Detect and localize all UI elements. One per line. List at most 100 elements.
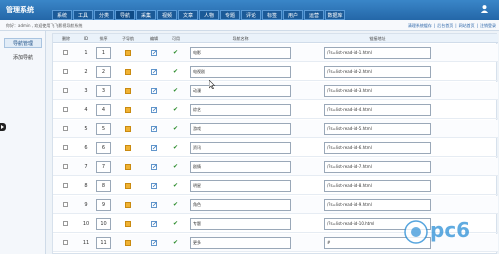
sort-input[interactable]: 4: [96, 104, 111, 116]
sort-input[interactable]: 2: [96, 66, 111, 78]
edit-icon[interactable]: [151, 183, 158, 189]
link-url-input[interactable]: /?s=list-read-id-7.html: [324, 161, 431, 173]
table-row: 7 7 ✔ 剧情 /?s=list-read-id-7.html: [53, 158, 498, 176]
quick-link-1[interactable]: 后台首页: [437, 23, 453, 28]
sidebar-item-add-nav[interactable]: 添加导航: [4, 53, 42, 63]
subnav-icon[interactable]: [125, 221, 131, 227]
delete-checkbox[interactable]: [63, 145, 68, 150]
delete-checkbox[interactable]: [63, 126, 68, 131]
link-url-input[interactable]: /?s=list-read-id-6.html: [324, 142, 431, 154]
nav-name-input[interactable]: 资讯: [190, 142, 291, 154]
tab-nav-5[interactable]: 视频: [157, 10, 177, 20]
edit-icon[interactable]: [151, 240, 158, 246]
sort-input[interactable]: 9: [96, 199, 111, 211]
tab-nav-4[interactable]: 采集: [136, 10, 156, 20]
check-icon[interactable]: ✔: [173, 49, 178, 56]
quick-link-3[interactable]: 注销登录: [480, 23, 496, 28]
tab-nav-0[interactable]: 系统: [52, 10, 72, 20]
sort-input[interactable]: 11: [96, 237, 111, 249]
subnav-icon[interactable]: [125, 183, 131, 189]
sort-input[interactable]: 10: [96, 218, 111, 230]
nav-name-input[interactable]: 电视剧: [190, 66, 291, 78]
user-icon[interactable]: [480, 4, 489, 13]
quick-link-2[interactable]: 网站首页: [459, 23, 475, 28]
tab-nav-1[interactable]: 工具: [73, 10, 93, 20]
edit-icon[interactable]: [151, 69, 158, 75]
sort-input[interactable]: 6: [96, 142, 111, 154]
check-icon[interactable]: ✔: [173, 144, 178, 151]
tab-nav-13[interactable]: 数据库: [325, 10, 345, 20]
delete-checkbox[interactable]: [63, 69, 68, 74]
delete-checkbox[interactable]: [63, 240, 68, 245]
edit-icon[interactable]: [151, 221, 158, 227]
quick-link-0[interactable]: 清理系统缓存: [408, 23, 432, 28]
nav-name-input[interactable]: 游戏: [190, 123, 291, 135]
edit-icon[interactable]: [151, 164, 158, 170]
subnav-icon[interactable]: [125, 69, 131, 75]
tab-nav-2[interactable]: 分类: [94, 10, 114, 20]
link-url-input[interactable]: /?s=list-read-id-1.html: [324, 47, 431, 59]
sort-input[interactable]: 8: [96, 180, 111, 192]
sort-input[interactable]: 5: [96, 123, 111, 135]
tab-nav-7[interactable]: 人物: [199, 10, 219, 20]
collapse-arrow-icon[interactable]: [0, 123, 6, 131]
delete-checkbox[interactable]: [63, 88, 68, 93]
subnav-icon[interactable]: [125, 107, 131, 113]
edit-icon[interactable]: [151, 88, 158, 94]
link-url-input[interactable]: /?s=list-read-id-9.html: [324, 199, 431, 211]
link-url-input[interactable]: /?s=list-read-id-3.html: [324, 85, 431, 97]
check-icon[interactable]: ✔: [173, 220, 178, 227]
link-url-input[interactable]: /?s=list-read-id-2.html: [324, 66, 431, 78]
nav-name-input[interactable]: 更多: [190, 237, 291, 249]
edit-icon[interactable]: [151, 107, 158, 113]
nav-name-input[interactable]: 明星: [190, 180, 291, 192]
edit-icon[interactable]: [151, 50, 158, 56]
subnav-icon[interactable]: [125, 50, 131, 56]
link-url-input[interactable]: /?s=list-read-id-5.html: [324, 123, 431, 135]
delete-checkbox[interactable]: [63, 164, 68, 169]
delete-checkbox[interactable]: [63, 183, 68, 188]
nav-name-input[interactable]: 剧情: [190, 161, 291, 173]
check-icon[interactable]: ✔: [173, 201, 178, 208]
subnav-icon[interactable]: [125, 88, 131, 94]
subnav-icon[interactable]: [125, 145, 131, 151]
nav-name-input[interactable]: 综艺: [190, 104, 291, 116]
top-bar: 管理系统 系统 工具 分类 导航 采集 视频 文章 人物 专题 评论 标签 用户 运营 数据库: [0, 0, 499, 20]
check-icon[interactable]: ✔: [173, 182, 178, 189]
table-row: 5 5 ✔ 游戏 /?s=list-read-id-5.html: [53, 120, 498, 138]
tab-nav-8[interactable]: 专题: [220, 10, 240, 20]
delete-checkbox[interactable]: [63, 221, 68, 226]
edit-icon[interactable]: [151, 202, 158, 208]
tab-nav-6[interactable]: 文章: [178, 10, 198, 20]
sort-input[interactable]: 3: [96, 85, 111, 97]
tab-nav-3[interactable]: 导航: [115, 10, 135, 20]
link-url-input[interactable]: /?s=list-read-id-8.html: [324, 180, 431, 192]
nav-name-input[interactable]: 动漫: [190, 85, 291, 97]
tab-nav-11[interactable]: 用户: [283, 10, 303, 20]
check-icon[interactable]: ✔: [173, 239, 178, 246]
link-url-input[interactable]: /?s=list-read-id-4.html: [324, 104, 431, 116]
subnav-icon[interactable]: [125, 240, 131, 246]
delete-checkbox[interactable]: [63, 202, 68, 207]
tab-nav-12[interactable]: 运营: [304, 10, 324, 20]
delete-checkbox[interactable]: [63, 107, 68, 112]
nav-name-input[interactable]: 电影: [190, 47, 291, 59]
check-icon[interactable]: ✔: [173, 163, 178, 170]
nav-name-input[interactable]: 专题: [190, 218, 291, 230]
nav-name-input[interactable]: 角色: [190, 199, 291, 211]
sidebar-item-nav-manage[interactable]: 导航管理: [4, 38, 42, 48]
check-icon[interactable]: ✔: [173, 68, 178, 75]
edit-icon[interactable]: [151, 126, 158, 132]
tab-nav-10[interactable]: 标签: [262, 10, 282, 20]
delete-checkbox[interactable]: [63, 50, 68, 55]
check-icon[interactable]: ✔: [173, 87, 178, 94]
edit-icon[interactable]: [151, 145, 158, 151]
sort-input[interactable]: 7: [96, 161, 111, 173]
tab-nav-9[interactable]: 评论: [241, 10, 261, 20]
subnav-icon[interactable]: [125, 202, 131, 208]
subnav-icon[interactable]: [125, 126, 131, 132]
check-icon[interactable]: ✔: [173, 106, 178, 113]
check-icon[interactable]: ✔: [173, 125, 178, 132]
subnav-icon[interactable]: [125, 164, 131, 170]
sort-input[interactable]: 1: [96, 47, 111, 59]
